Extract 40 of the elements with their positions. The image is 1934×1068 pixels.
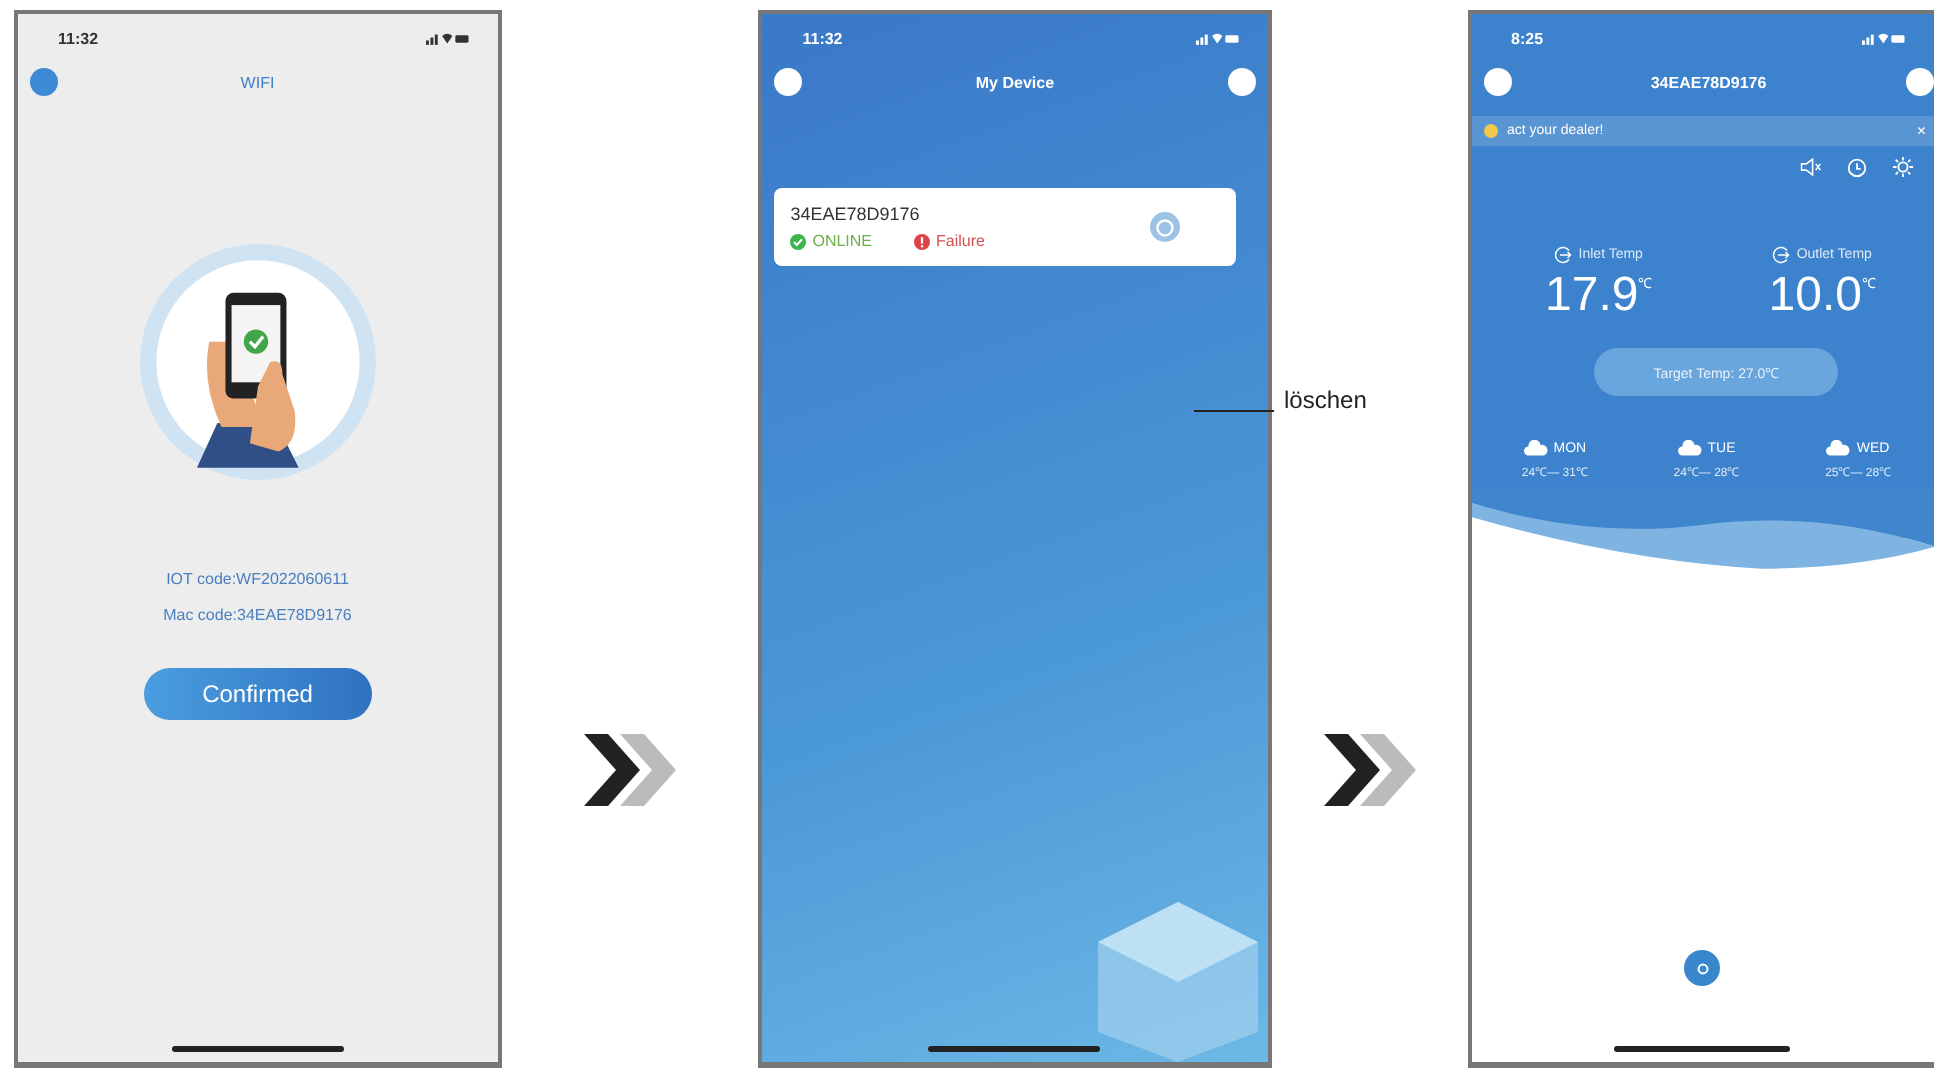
iot-code-text: IOT code:WF2022060611 xyxy=(166,570,349,588)
device-name: 34EAE78D9176 xyxy=(790,204,922,224)
back-button[interactable] xyxy=(1483,68,1511,96)
double-chevron-icon xyxy=(1319,729,1420,809)
inlet-arrow-icon xyxy=(1554,246,1573,264)
status-icons-icon xyxy=(1862,31,1907,45)
status-icons-icon xyxy=(1195,31,1240,45)
screen-title: My Device xyxy=(975,73,1055,91)
sun-icon[interactable] xyxy=(1892,156,1915,178)
add-button[interactable] xyxy=(1227,68,1256,96)
status-time: 11:32 xyxy=(58,29,99,47)
online-status: ONLINE xyxy=(812,232,873,250)
device-card[interactable]: 34EAE78D9176 ONLINE Failure xyxy=(774,188,1236,266)
warning-dot-icon xyxy=(1483,124,1497,138)
temperature-value: 10.0 xyxy=(1768,268,1862,324)
status-time: 8:25 xyxy=(1511,29,1544,47)
cloud-icon xyxy=(1826,440,1851,456)
status-icons-icon xyxy=(425,31,469,45)
settings-button[interactable] xyxy=(1684,950,1721,986)
close-button[interactable]: × xyxy=(1916,122,1927,140)
double-chevron-icon xyxy=(579,729,680,809)
confirmed-button[interactable]: Confirmed xyxy=(143,668,372,720)
screen-title: 34EAE78D9176 xyxy=(1650,73,1767,91)
failure-status: Failure xyxy=(936,232,985,250)
cloud-icon xyxy=(1523,440,1548,456)
temperature-value: 17.9 xyxy=(1545,268,1639,324)
alert-icon xyxy=(914,233,931,249)
cloud-icon xyxy=(1677,440,1702,456)
back-button[interactable] xyxy=(30,68,58,96)
outlet-arrow-icon xyxy=(1772,246,1791,264)
callout-label: löschen xyxy=(1284,386,1367,414)
back-button[interactable] xyxy=(774,68,803,96)
alarm-clock-icon[interactable] xyxy=(1846,156,1869,178)
online-check-icon xyxy=(790,233,807,249)
screen-title: WIFI xyxy=(240,73,275,91)
mac-code-text: Mac code:34EAE78D9176 xyxy=(163,606,352,624)
speaker-icon[interactable] xyxy=(1800,156,1823,178)
add-button[interactable] xyxy=(1906,68,1934,96)
status-time: 11:32 xyxy=(802,29,843,47)
leader-line xyxy=(1194,409,1274,411)
